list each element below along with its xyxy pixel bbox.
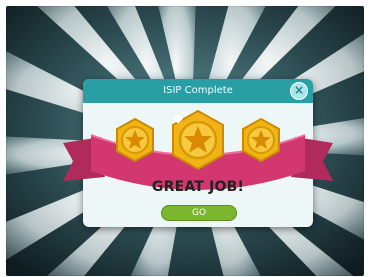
go-button[interactable]: GO [161,205,237,221]
right-star-badge [242,117,280,163]
celebration-background: ISIP Complete × GREAT JOB! GO [6,6,364,276]
dialog-header: ISIP Complete [83,79,313,103]
app-screen: ISIP Complete × GREAT JOB! GO [0,0,370,277]
dialog-title: ISIP Complete [163,85,233,96]
go-button-label: GO [191,208,207,218]
award-graphic [63,109,333,190]
center-star-badge [172,109,224,171]
great-job-message: GREAT JOB! [151,179,245,195]
close-button[interactable]: × [290,82,308,100]
completion-dialog: ISIP Complete × GREAT JOB! GO [63,79,333,227]
close-icon: × [293,83,305,97]
left-star-badge [116,117,154,163]
